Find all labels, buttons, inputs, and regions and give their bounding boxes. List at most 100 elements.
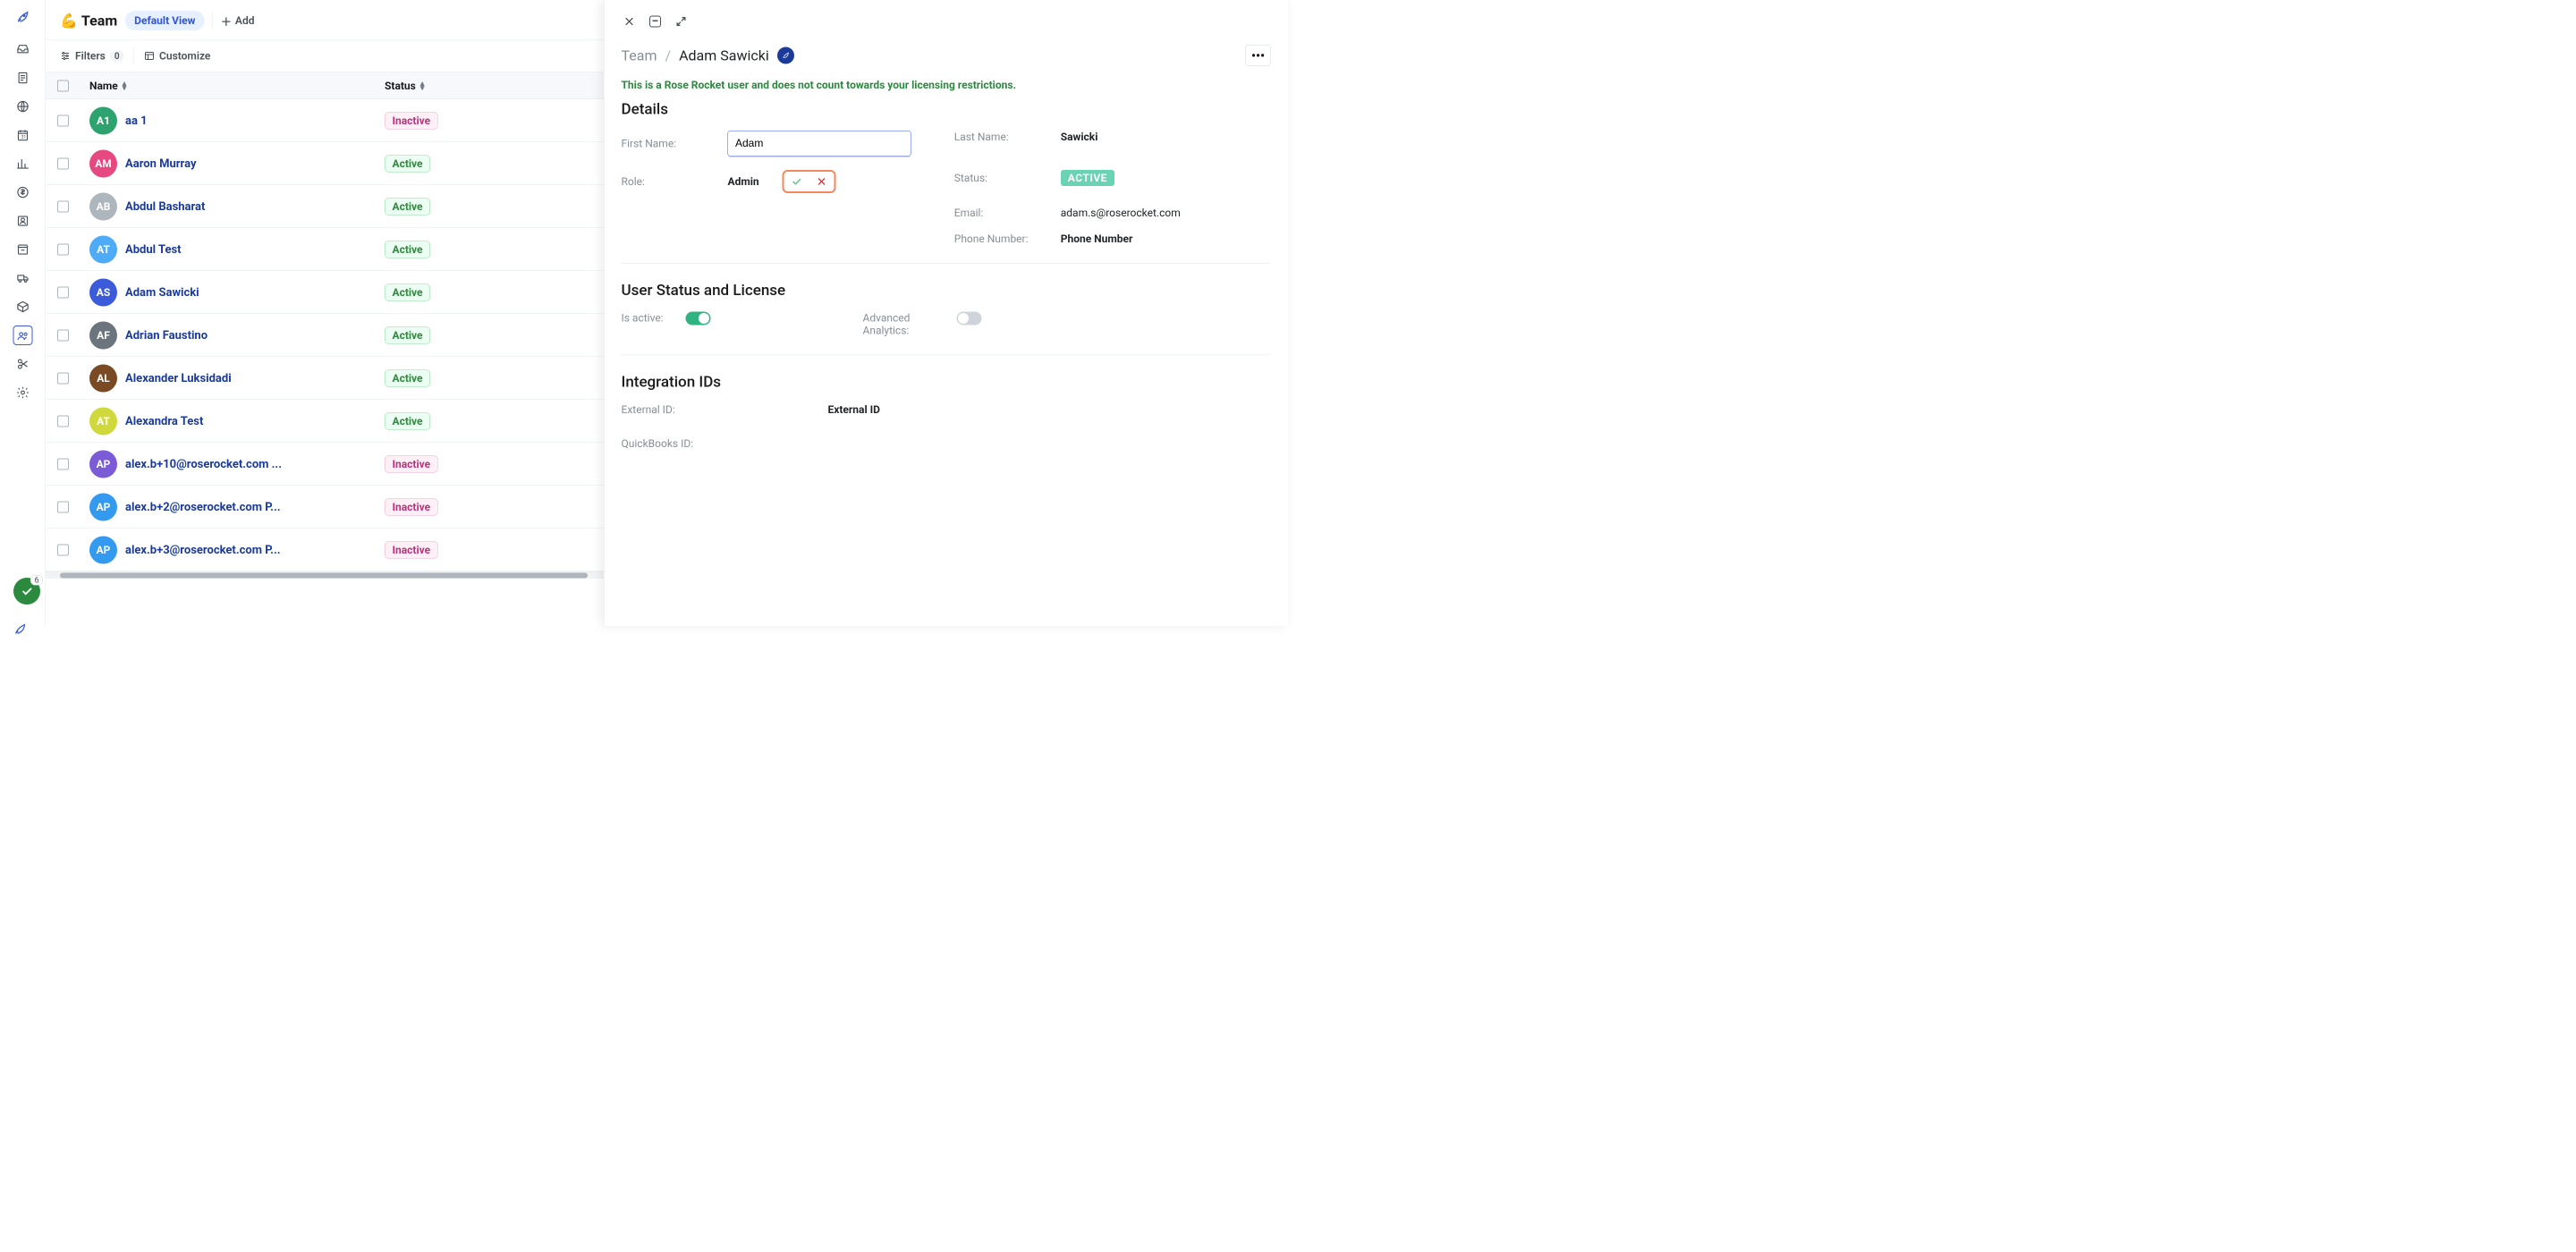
external-id-value[interactable]: External ID [828,403,880,416]
advanced-analytics-label: Advanced Analytics: [863,312,935,337]
row-checkbox[interactable] [57,501,69,512]
status-badge: Inactive [385,455,438,472]
phone-row: Phone Number: Phone Number [954,233,1271,245]
first-name-label: First Name: [622,138,714,150]
inbox-icon[interactable] [13,39,32,59]
filters-button[interactable]: Filters 0 [60,50,124,63]
row-checkbox[interactable] [57,372,69,384]
row-name-cell: A1 aa 1 [89,106,385,134]
select-all-cell [57,80,89,91]
contact-icon[interactable] [13,211,32,231]
row-check-cell [57,372,89,384]
h-scroll-thumb[interactable] [60,573,588,579]
external-id-row: External ID: External ID [622,403,1272,416]
status-badge: Inactive [385,498,438,515]
row-name-link[interactable]: Abdul Test [125,242,182,256]
detail-panel: Team / Adam Sawicki ••• This is a Rose R… [604,0,1288,626]
row-checkbox[interactable] [57,415,69,427]
row-name-cell: AS Adam Sawicki [89,278,385,306]
scissors-icon[interactable] [13,354,32,374]
calendar-icon[interactable]: 31 [13,125,32,145]
row-checkbox[interactable] [57,458,69,470]
row-checkbox[interactable] [57,544,69,555]
row-check-cell [57,458,89,470]
close-icon[interactable] [622,13,638,30]
row-checkbox[interactable] [57,243,69,255]
row-checkbox[interactable] [57,114,69,126]
row-name-cell: AM Aaron Murray [89,149,385,177]
col-name[interactable]: Name▴▾ [89,80,385,92]
last-name-value[interactable]: Sawicki [1061,131,1098,143]
phone-label: Phone Number: [954,233,1046,245]
phone-value[interactable]: Phone Number [1061,233,1133,245]
row-name-cell: AP alex.b+3@roserocket.com P... [89,536,385,563]
row-name-link[interactable]: aa 1 [125,114,148,127]
row-status-cell: Active [385,155,640,172]
email-value[interactable]: adam.s@roserocket.com [1061,207,1181,219]
row-name-link[interactable]: alex.b+3@roserocket.com P... [125,543,280,556]
sort-icon: ▴▾ [420,81,425,90]
first-name-input[interactable] [728,131,911,156]
role-label: Role: [622,175,714,188]
avatar: AT [89,407,117,435]
license-row: Is active: Advanced Analytics: [622,312,1272,337]
minimize-icon[interactable] [648,13,664,30]
view-pill[interactable]: Default View [125,11,204,30]
breadcrumb: Team / Adam Sawicki ••• [605,34,1289,71]
money-icon[interactable] [13,182,32,202]
pin-icon[interactable] [13,622,28,637]
status-badge: Inactive [385,541,438,558]
select-all-checkbox[interactable] [57,80,69,91]
package-icon[interactable] [13,297,32,317]
details-heading: Details [622,100,1272,118]
row-name-link[interactable]: alex.b+2@roserocket.com P... [125,500,280,513]
row-name-link[interactable]: Alexander Luksidadi [125,371,232,385]
divider [622,263,1272,264]
team-icon[interactable] [13,326,32,345]
confirm-button[interactable] [784,172,809,191]
truck-icon[interactable] [13,268,32,288]
col-status[interactable]: Status▴▾ [385,80,640,92]
success-indicator[interactable]: 6 [13,578,40,605]
row-checkbox[interactable] [57,157,69,169]
status-badge: Active [385,412,430,429]
row-status-cell: Active [385,326,640,343]
avatar: AF [89,321,117,349]
is-active-toggle[interactable] [686,312,711,326]
panel-body: This is a Rose Rocket user and does not … [605,71,1289,459]
row-name-link[interactable]: Adrian Faustino [125,328,208,342]
globe-icon[interactable] [13,97,32,116]
user-badge-icon [777,47,794,64]
row-name-link[interactable]: Aaron Murray [125,156,196,170]
add-button[interactable]: ＋ Add [221,13,255,29]
advanced-analytics-toggle[interactable] [957,312,982,326]
row-checkbox[interactable] [57,329,69,341]
breadcrumb-team[interactable]: Team [622,47,657,64]
cancel-edit-button[interactable] [809,172,835,191]
status-row: Status: ACTIVE [954,170,1271,186]
row-check-cell [57,329,89,341]
row-checkbox[interactable] [57,286,69,298]
more-button[interactable]: ••• [1245,45,1271,66]
status-badge: ACTIVE [1061,170,1114,186]
last-name-row: Last Name: Sawicki [954,131,1271,143]
row-name-link[interactable]: Alexandra Test [125,414,203,427]
email-label: Email: [954,207,1046,219]
role-value[interactable]: Admin [728,175,759,188]
archive-icon[interactable] [13,240,32,259]
expand-icon[interactable] [674,13,690,30]
plus-icon: ＋ [221,13,232,29]
row-name-link[interactable]: Abdul Basharat [125,199,205,213]
chart-icon[interactable] [13,154,32,173]
last-name-label: Last Name: [954,131,1046,143]
avatar: AB [89,192,117,220]
document-icon[interactable] [13,68,32,88]
settings-icon[interactable] [13,383,32,402]
row-name-link[interactable]: Adam Sawicki [125,285,199,299]
row-name-link[interactable]: alex.b+10@roserocket.com ... [125,457,282,470]
customize-button[interactable]: Customize [144,50,210,63]
row-name-cell: AF Adrian Faustino [89,321,385,349]
row-checkbox[interactable] [57,200,69,212]
first-name-row: First Name: [622,131,938,156]
row-status-cell: Active [385,369,640,386]
